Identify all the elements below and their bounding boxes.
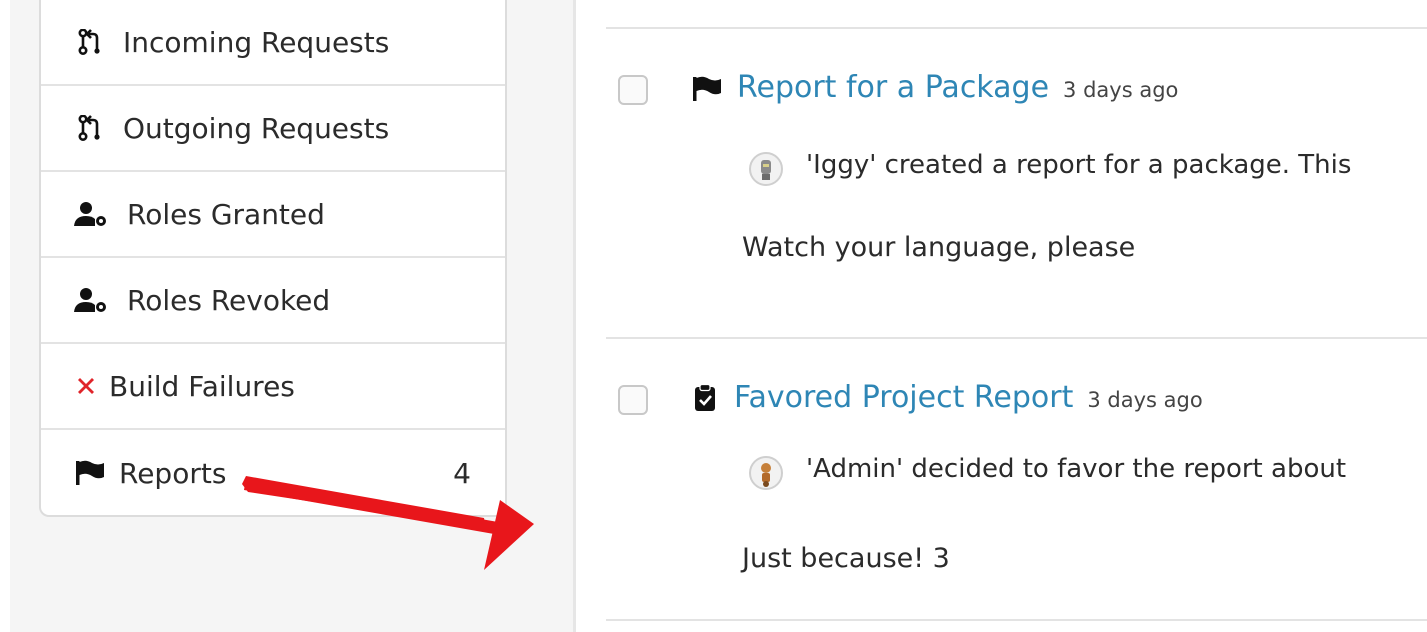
notification-checkbox[interactable] [618,385,648,415]
flag-icon [73,460,107,486]
notification-checkbox[interactable] [618,75,648,105]
page-edge [0,0,10,632]
notification-description: 'Iggy' created a report for a package. T… [806,150,1352,180]
sidebar-item-label: Roles Revoked [127,283,331,317]
avatar[interactable] [749,152,783,186]
clipboard-check-icon [694,383,716,416]
pull-request-icon [73,29,107,55]
notification-timestamp: 3 days ago [1063,78,1179,102]
notification-comment: Watch your language, please [742,232,1136,263]
notifications-list: Report for a Package 3 days ago 'Iggy' c… [576,0,1427,632]
notification-title-link[interactable]: Favored Project Report [734,380,1073,415]
sidebar-item-build-failures[interactable]: Build Failures [41,344,505,430]
sidebar-item-roles-revoked[interactable]: Roles Revoked [41,258,505,344]
notification-description: 'Admin' decided to favor the report abou… [806,454,1347,484]
flag-icon [692,76,722,106]
notification-comment: Just because! 3 [742,543,950,574]
sidebar-item-label: Roles Granted [127,197,325,231]
sidebar-item-label: Incoming Requests [123,25,390,59]
x-icon [75,377,97,395]
divider [606,619,1427,621]
sidebar-item-outgoing-requests[interactable]: Outgoing Requests [41,86,505,172]
pull-request-icon [73,115,107,141]
notification-timestamp: 3 days ago [1087,388,1203,412]
notification-title-row: Report for a Package 3 days ago [737,70,1178,105]
notification-title-row: Favored Project Report 3 days ago [734,380,1203,415]
sidebar-item-incoming-requests[interactable]: Incoming Requests [41,0,505,86]
divider [606,337,1427,339]
sidebar-item-label: Build Failures [109,369,295,403]
sidebar-item-roles-granted[interactable]: Roles Granted [41,172,505,258]
sidebar-item-label: Outgoing Requests [123,111,390,145]
avatar[interactable] [749,456,783,490]
notification-title-link[interactable]: Report for a Package [737,70,1049,105]
notifications-sidebar: Incoming Requests Outgoing Requests Role [39,0,507,517]
annotation-arrow [242,476,534,570]
sidebar-item-label: Reports [119,456,227,490]
user-cog-icon [73,201,109,227]
divider [606,27,1427,29]
user-cog-icon [73,287,109,313]
